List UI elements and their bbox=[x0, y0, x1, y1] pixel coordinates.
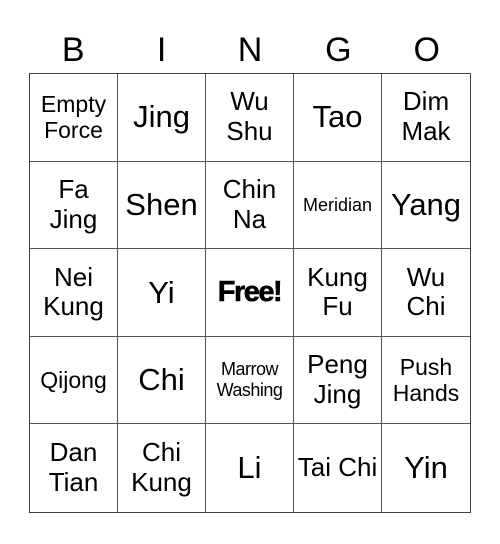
bingo-cell-label: Yi bbox=[148, 274, 175, 310]
bingo-cell-label: Kung Fu bbox=[307, 261, 368, 322]
header-letter-i: I bbox=[156, 31, 167, 69]
bingo-cell-label: Nei Kung bbox=[43, 261, 104, 322]
bingo-cell[interactable]: Fa Jing bbox=[30, 161, 118, 250]
bingo-cell[interactable]: Yi bbox=[118, 249, 206, 337]
bingo-cell-label: Chin Na bbox=[222, 174, 277, 234]
bingo-cell[interactable]: Qijong bbox=[30, 336, 118, 425]
bingo-cell-label: Tai Chi bbox=[297, 452, 378, 483]
bingo-cell-label: Dan Tian bbox=[48, 437, 99, 498]
bingo-cell-label: Shen bbox=[125, 187, 198, 223]
bingo-cell-label: Meridian bbox=[302, 194, 373, 215]
bingo-cell[interactable]: Yang bbox=[382, 162, 470, 250]
bingo-cell-label: Chi Kung bbox=[131, 437, 192, 498]
bingo-cell[interactable]: Push Hands bbox=[382, 337, 470, 425]
bingo-cell-label: Empty Force bbox=[40, 90, 107, 144]
bingo-cell[interactable]: Kung Fu bbox=[294, 249, 382, 337]
bingo-cell[interactable]: Li bbox=[206, 424, 294, 512]
header-letter-g: G bbox=[325, 31, 352, 69]
bingo-cell[interactable]: Peng Jing bbox=[294, 336, 382, 425]
bingo-cell[interactable]: Meridian bbox=[294, 161, 382, 250]
bingo-cell-label: Qijong bbox=[40, 366, 107, 393]
bingo-cell-label: Peng Jing bbox=[307, 349, 368, 410]
bingo-cell-label: Tao bbox=[312, 99, 363, 135]
bingo-cell-label: Dim Mak bbox=[401, 86, 451, 147]
header-letter-n: N bbox=[237, 31, 263, 69]
bingo-cell[interactable]: Tao bbox=[294, 74, 382, 162]
bingo-cell-label: Yin bbox=[404, 450, 448, 486]
bingo-cell-label: Fa Jing bbox=[49, 174, 98, 234]
bingo-cell-label: Yang bbox=[390, 187, 462, 223]
bingo-cell[interactable]: Chi Kung bbox=[118, 424, 206, 512]
header-letter-o: O bbox=[413, 31, 440, 69]
bingo-cell[interactable]: Wu Chi bbox=[382, 249, 470, 337]
bingo-cell[interactable]: Chin Na bbox=[206, 161, 294, 250]
bingo-cell-label: Chi bbox=[138, 362, 185, 398]
bingo-cell-label: Li bbox=[237, 450, 262, 486]
bingo-cell[interactable]: Jing bbox=[118, 74, 206, 162]
bingo-cell[interactable]: Dim Mak bbox=[382, 74, 470, 162]
bingo-cell[interactable]: Dan Tian bbox=[30, 424, 118, 512]
header-letter-b: B bbox=[61, 31, 85, 69]
bingo-header: B I N G O bbox=[29, 28, 471, 72]
bingo-cell[interactable]: Tai Chi bbox=[294, 424, 382, 512]
bingo-cell[interactable]: Yin bbox=[382, 424, 470, 512]
bingo-cell[interactable]: Wu Shu bbox=[206, 74, 294, 162]
bingo-cell[interactable]: Nei Kung bbox=[30, 249, 118, 337]
bingo-cell[interactable]: Chi bbox=[118, 336, 206, 425]
bingo-cell[interactable]: Marrow Washing bbox=[206, 336, 294, 425]
bingo-cell-label: Jing bbox=[133, 99, 190, 135]
bingo-cell[interactable]: Empty Force bbox=[30, 74, 118, 162]
bingo-cell-label: Wu Chi bbox=[406, 261, 446, 322]
free-space-cell[interactable]: Free! bbox=[206, 249, 294, 337]
bingo-cell-label: Push Hands bbox=[392, 353, 460, 407]
bingo-cell-label: Marrow Washing bbox=[216, 359, 283, 401]
bingo-cell-label: Wu Shu bbox=[226, 86, 273, 147]
bingo-grid: Empty Force Jing Wu Shu Tao Dim Mak Fa Jing Sh… bbox=[29, 73, 471, 513]
bingo-cell-label: Free! bbox=[217, 275, 283, 309]
bingo-cell[interactable]: Shen bbox=[118, 161, 206, 250]
